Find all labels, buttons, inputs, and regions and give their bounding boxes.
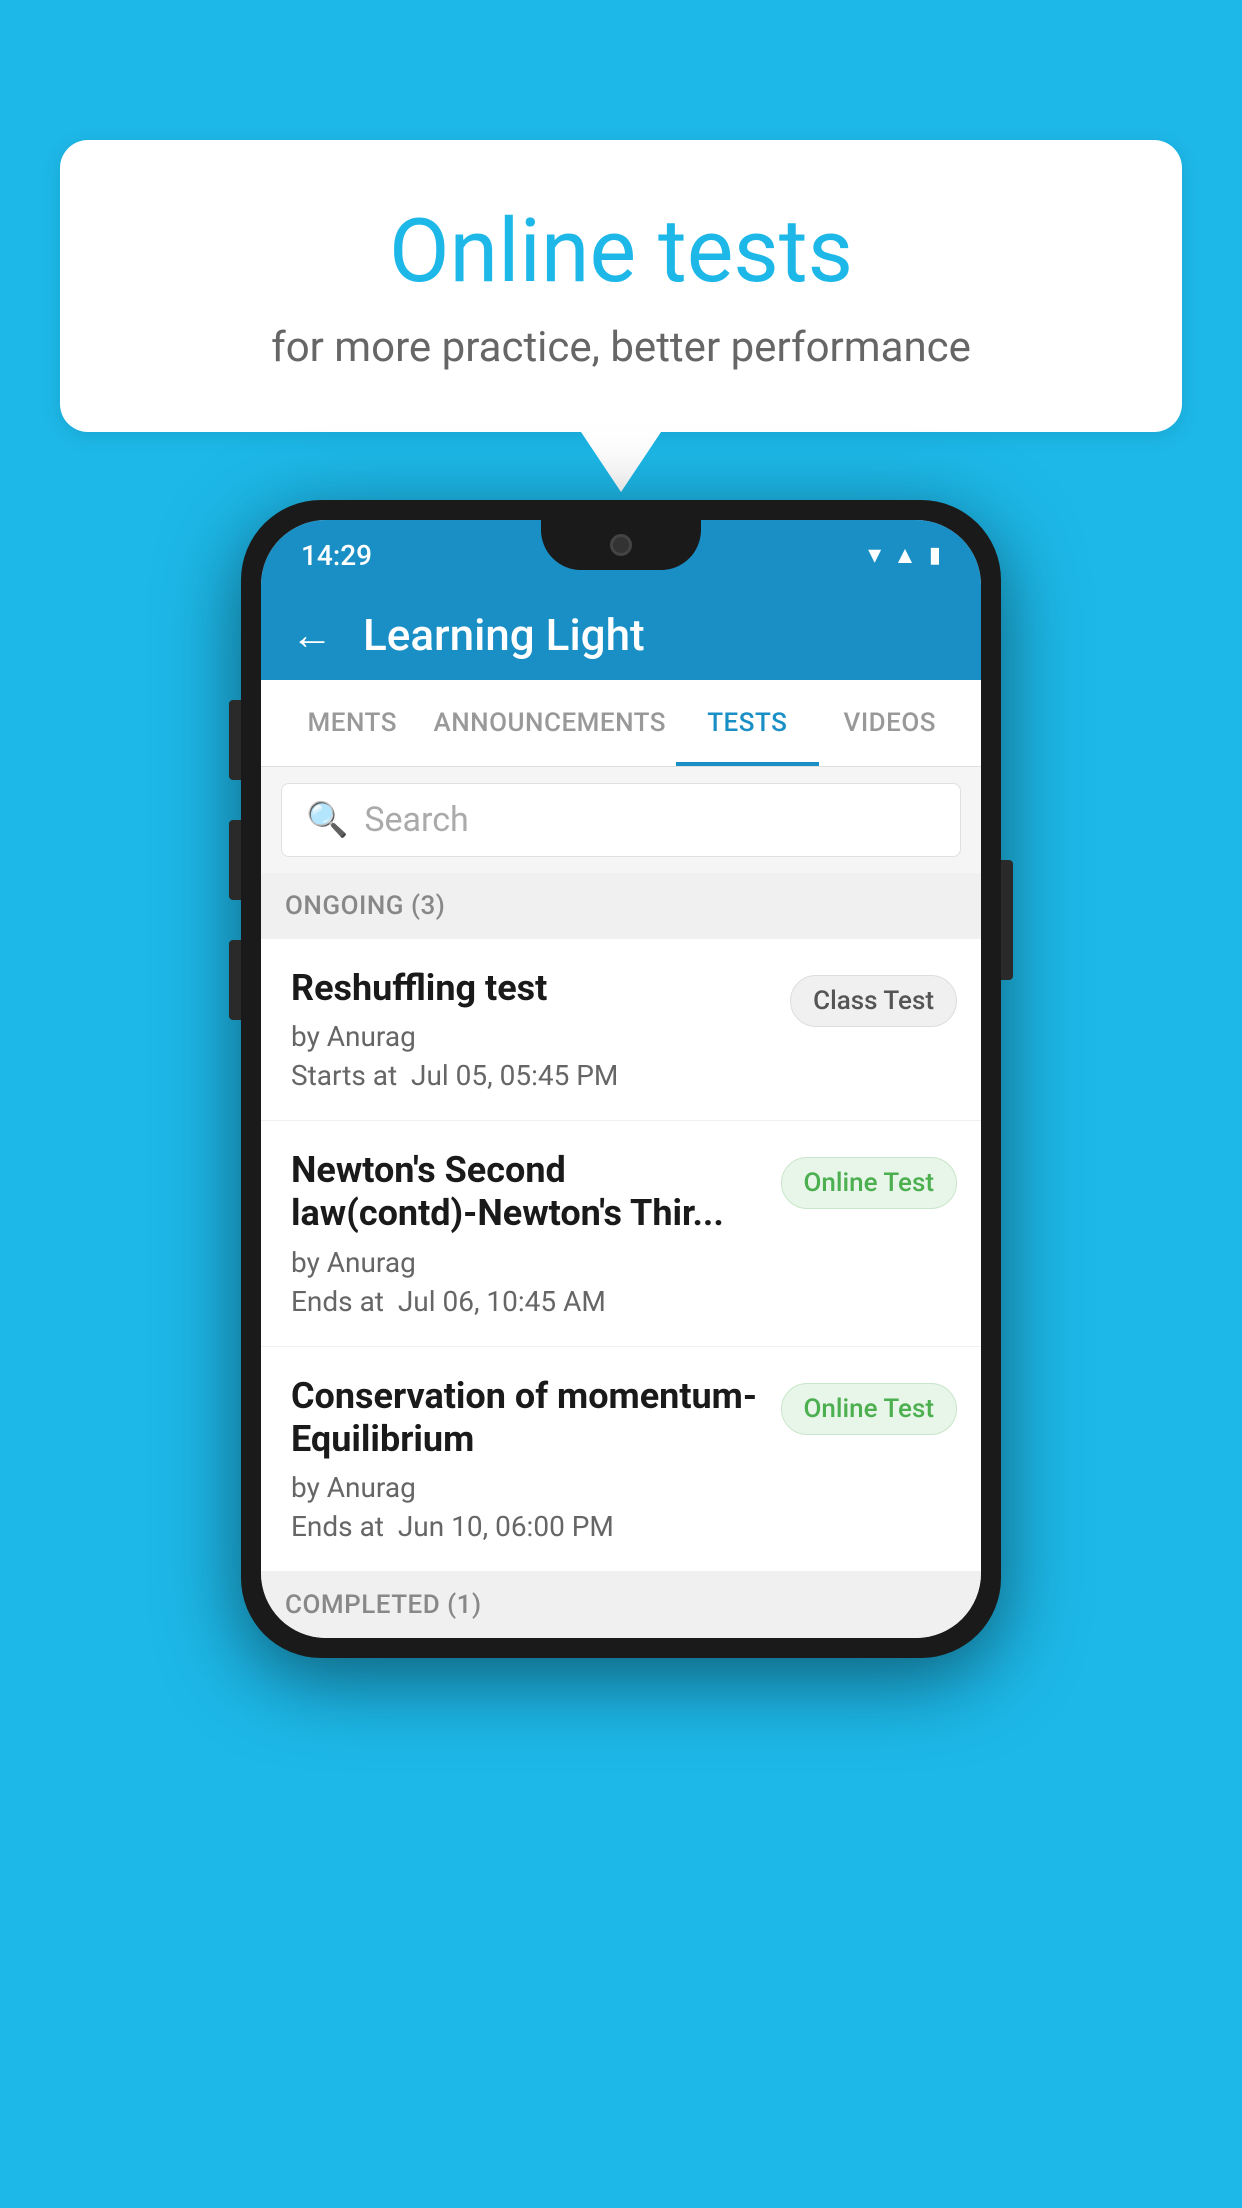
test-info-3: Conservation of momentum-Equilibrium by … bbox=[291, 1375, 781, 1543]
test-info-2: Newton's Second law(contd)-Newton's Thir… bbox=[291, 1149, 781, 1317]
test-name-1: Reshuffling test bbox=[291, 967, 770, 1010]
app-header: ← Learning Light bbox=[261, 590, 981, 680]
completed-section-header: COMPLETED (1) bbox=[261, 1572, 981, 1638]
tab-tests[interactable]: TESTS bbox=[676, 680, 818, 766]
test-time-3: Ends at Jun 10, 06:00 PM bbox=[291, 1510, 761, 1543]
front-camera bbox=[610, 534, 632, 556]
tabs-container: MENTS ANNOUNCEMENTS TESTS VIDEOS bbox=[261, 680, 981, 767]
volume-down2-button bbox=[229, 940, 241, 1020]
ongoing-section-header: ONGOING (3) bbox=[261, 873, 981, 939]
tab-ments[interactable]: MENTS bbox=[281, 680, 423, 766]
notch bbox=[541, 520, 701, 570]
test-list: Reshuffling test by Anurag Starts at Jul… bbox=[261, 939, 981, 1572]
test-author-3: by Anurag bbox=[291, 1471, 761, 1504]
speech-bubble-container: Online tests for more practice, better p… bbox=[60, 140, 1182, 492]
phone-outer: 14:29 ▾ ▲ ▮ ← Learning Light bbox=[241, 500, 1001, 1658]
test-item[interactable]: Reshuffling test by Anurag Starts at Jul… bbox=[261, 939, 981, 1121]
app-title: Learning Light bbox=[363, 609, 645, 661]
bubble-subtitle: for more practice, better performance bbox=[140, 323, 1102, 372]
phone-container: 14:29 ▾ ▲ ▮ ← Learning Light bbox=[241, 500, 1001, 1658]
test-name-3: Conservation of momentum-Equilibrium bbox=[291, 1375, 761, 1461]
test-name-2: Newton's Second law(contd)-Newton's Thir… bbox=[291, 1149, 761, 1235]
status-bar: 14:29 ▾ ▲ ▮ bbox=[261, 520, 981, 590]
volume-up-button bbox=[229, 700, 241, 780]
test-item-2[interactable]: Newton's Second law(contd)-Newton's Thir… bbox=[261, 1121, 981, 1346]
test-badge-2: Online Test bbox=[781, 1157, 958, 1209]
test-item-3[interactable]: Conservation of momentum-Equilibrium by … bbox=[261, 1347, 981, 1572]
signal-icon: ▲ bbox=[893, 541, 917, 570]
bubble-title: Online tests bbox=[140, 200, 1102, 303]
speech-bubble: Online tests for more practice, better p… bbox=[60, 140, 1182, 432]
test-badge-3: Online Test bbox=[781, 1383, 958, 1435]
power-button bbox=[1001, 860, 1013, 980]
back-button[interactable]: ← bbox=[291, 611, 333, 660]
search-box[interactable]: 🔍 Search bbox=[281, 783, 961, 857]
wifi-icon: ▾ bbox=[868, 540, 881, 570]
test-time-2: Ends at Jul 06, 10:45 AM bbox=[291, 1285, 761, 1318]
status-time: 14:29 bbox=[301, 539, 372, 572]
test-badge-1: Class Test bbox=[790, 975, 957, 1027]
tab-videos[interactable]: VIDEOS bbox=[819, 680, 961, 766]
speech-bubble-tail bbox=[581, 432, 661, 492]
search-container: 🔍 Search bbox=[261, 767, 981, 873]
status-icons: ▾ ▲ ▮ bbox=[868, 540, 941, 570]
test-info-1: Reshuffling test by Anurag Starts at Jul… bbox=[291, 967, 790, 1092]
test-author-1: by Anurag bbox=[291, 1020, 770, 1053]
volume-down-button bbox=[229, 820, 241, 900]
search-placeholder: Search bbox=[364, 800, 468, 840]
tab-announcements[interactable]: ANNOUNCEMENTS bbox=[423, 680, 676, 766]
test-time-1: Starts at Jul 05, 05:45 PM bbox=[291, 1059, 770, 1092]
completed-section-label: COMPLETED (1) bbox=[285, 1590, 482, 1620]
search-icon: 🔍 bbox=[306, 800, 348, 840]
test-author-2: by Anurag bbox=[291, 1246, 761, 1279]
ongoing-section-label: ONGOING (3) bbox=[285, 891, 445, 921]
battery-icon: ▮ bbox=[929, 543, 941, 568]
phone-screen: 14:29 ▾ ▲ ▮ ← Learning Light bbox=[261, 520, 981, 1638]
